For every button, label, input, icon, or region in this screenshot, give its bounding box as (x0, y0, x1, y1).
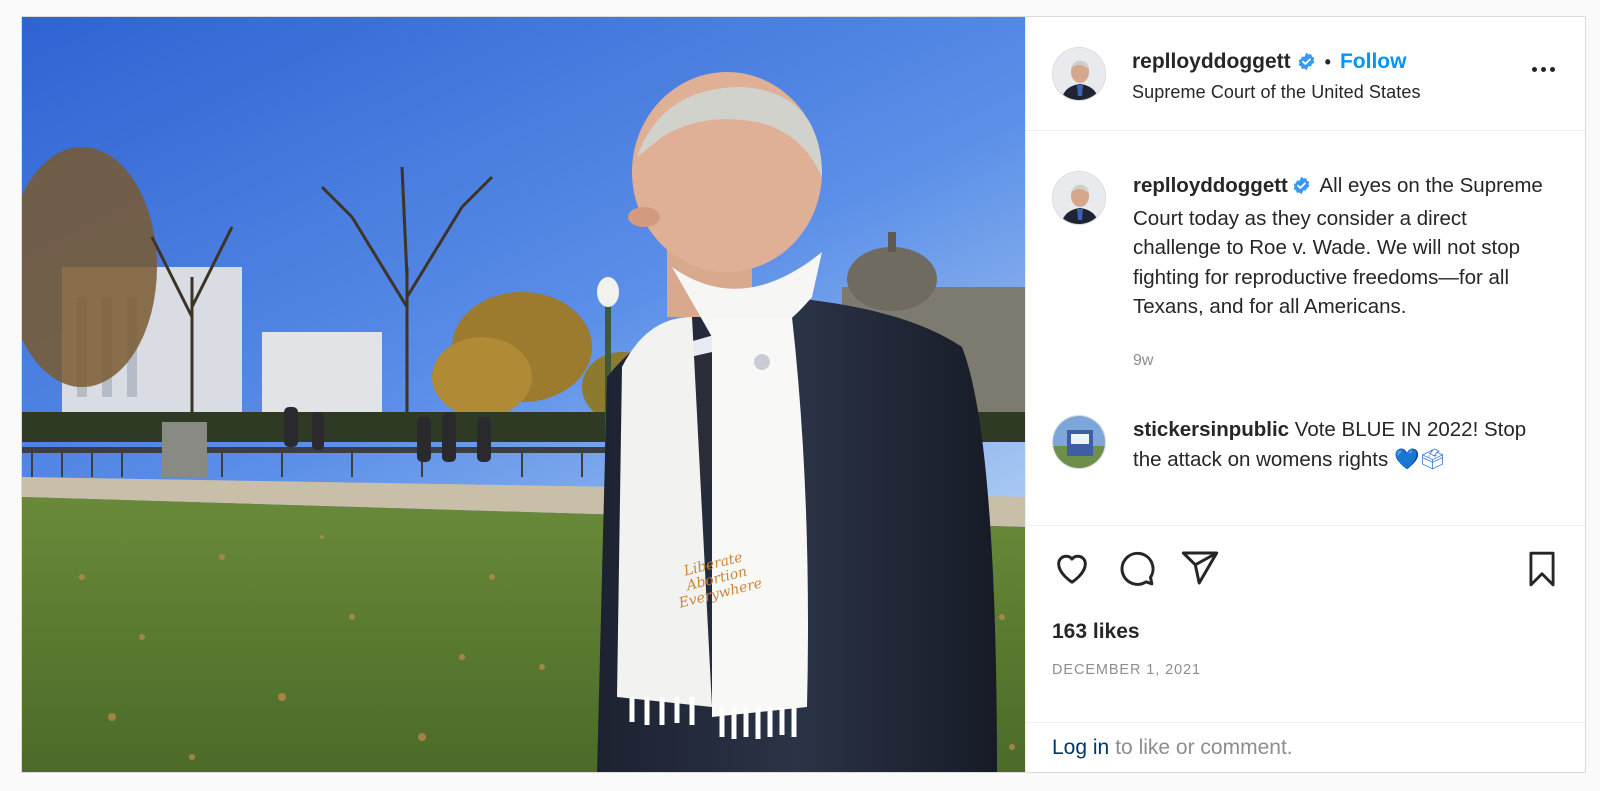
share-icon[interactable] (1180, 548, 1220, 588)
post-header: replloyddoggett • Follow Supreme Court o… (1026, 17, 1585, 131)
author-username[interactable]: replloyddoggett (1132, 49, 1291, 75)
post-photo[interactable]: Liberate Abortion Everywhere (22, 17, 1025, 772)
author-avatar[interactable] (1052, 46, 1106, 101)
follow-button[interactable]: Follow (1340, 49, 1407, 75)
bookmark-icon[interactable] (1525, 550, 1559, 593)
comment-icon[interactable] (1116, 548, 1156, 588)
comments-section: replloyddoggett All eyes on the Supreme … (1026, 131, 1585, 526)
caption: replloyddoggett All eyes on the Supreme … (1052, 171, 1559, 375)
instagram-post: Liberate Abortion Everywhere replloyddog… (21, 16, 1586, 773)
commenter-username[interactable]: stickersinpublic (1133, 418, 1289, 441)
login-prompt: Log in to like or comment. (1026, 722, 1585, 772)
verified-badge-icon (1297, 52, 1316, 71)
post-location[interactable]: Supreme Court of the United States (1132, 82, 1421, 103)
comment-item: stickersinpublic Vote BLUE IN 2022! Stop… (1052, 415, 1559, 474)
login-link[interactable]: Log in (1052, 736, 1109, 760)
caption-timestamp[interactable]: 9w (1133, 346, 1551, 376)
caption-author-avatar[interactable] (1052, 171, 1106, 225)
post-side-panel: replloyddoggett • Follow Supreme Court o… (1025, 17, 1585, 772)
heart-icon[interactable] (1052, 548, 1092, 588)
likes-count[interactable]: 163 likes (1026, 620, 1585, 644)
login-prompt-text: to like or comment. (1115, 735, 1293, 759)
commenter-avatar[interactable] (1052, 415, 1106, 469)
post-date: DECEMBER 1, 2021 (1052, 662, 1201, 678)
more-options-icon[interactable] (1532, 61, 1555, 78)
comment-emoji: 💙🗳 (1393, 447, 1446, 471)
verified-badge-icon (1292, 174, 1311, 204)
action-bar (1026, 526, 1585, 618)
caption-username[interactable]: replloyddoggett (1133, 174, 1288, 197)
photo-scene (22, 17, 1025, 772)
separator-dot: • (1324, 51, 1331, 72)
